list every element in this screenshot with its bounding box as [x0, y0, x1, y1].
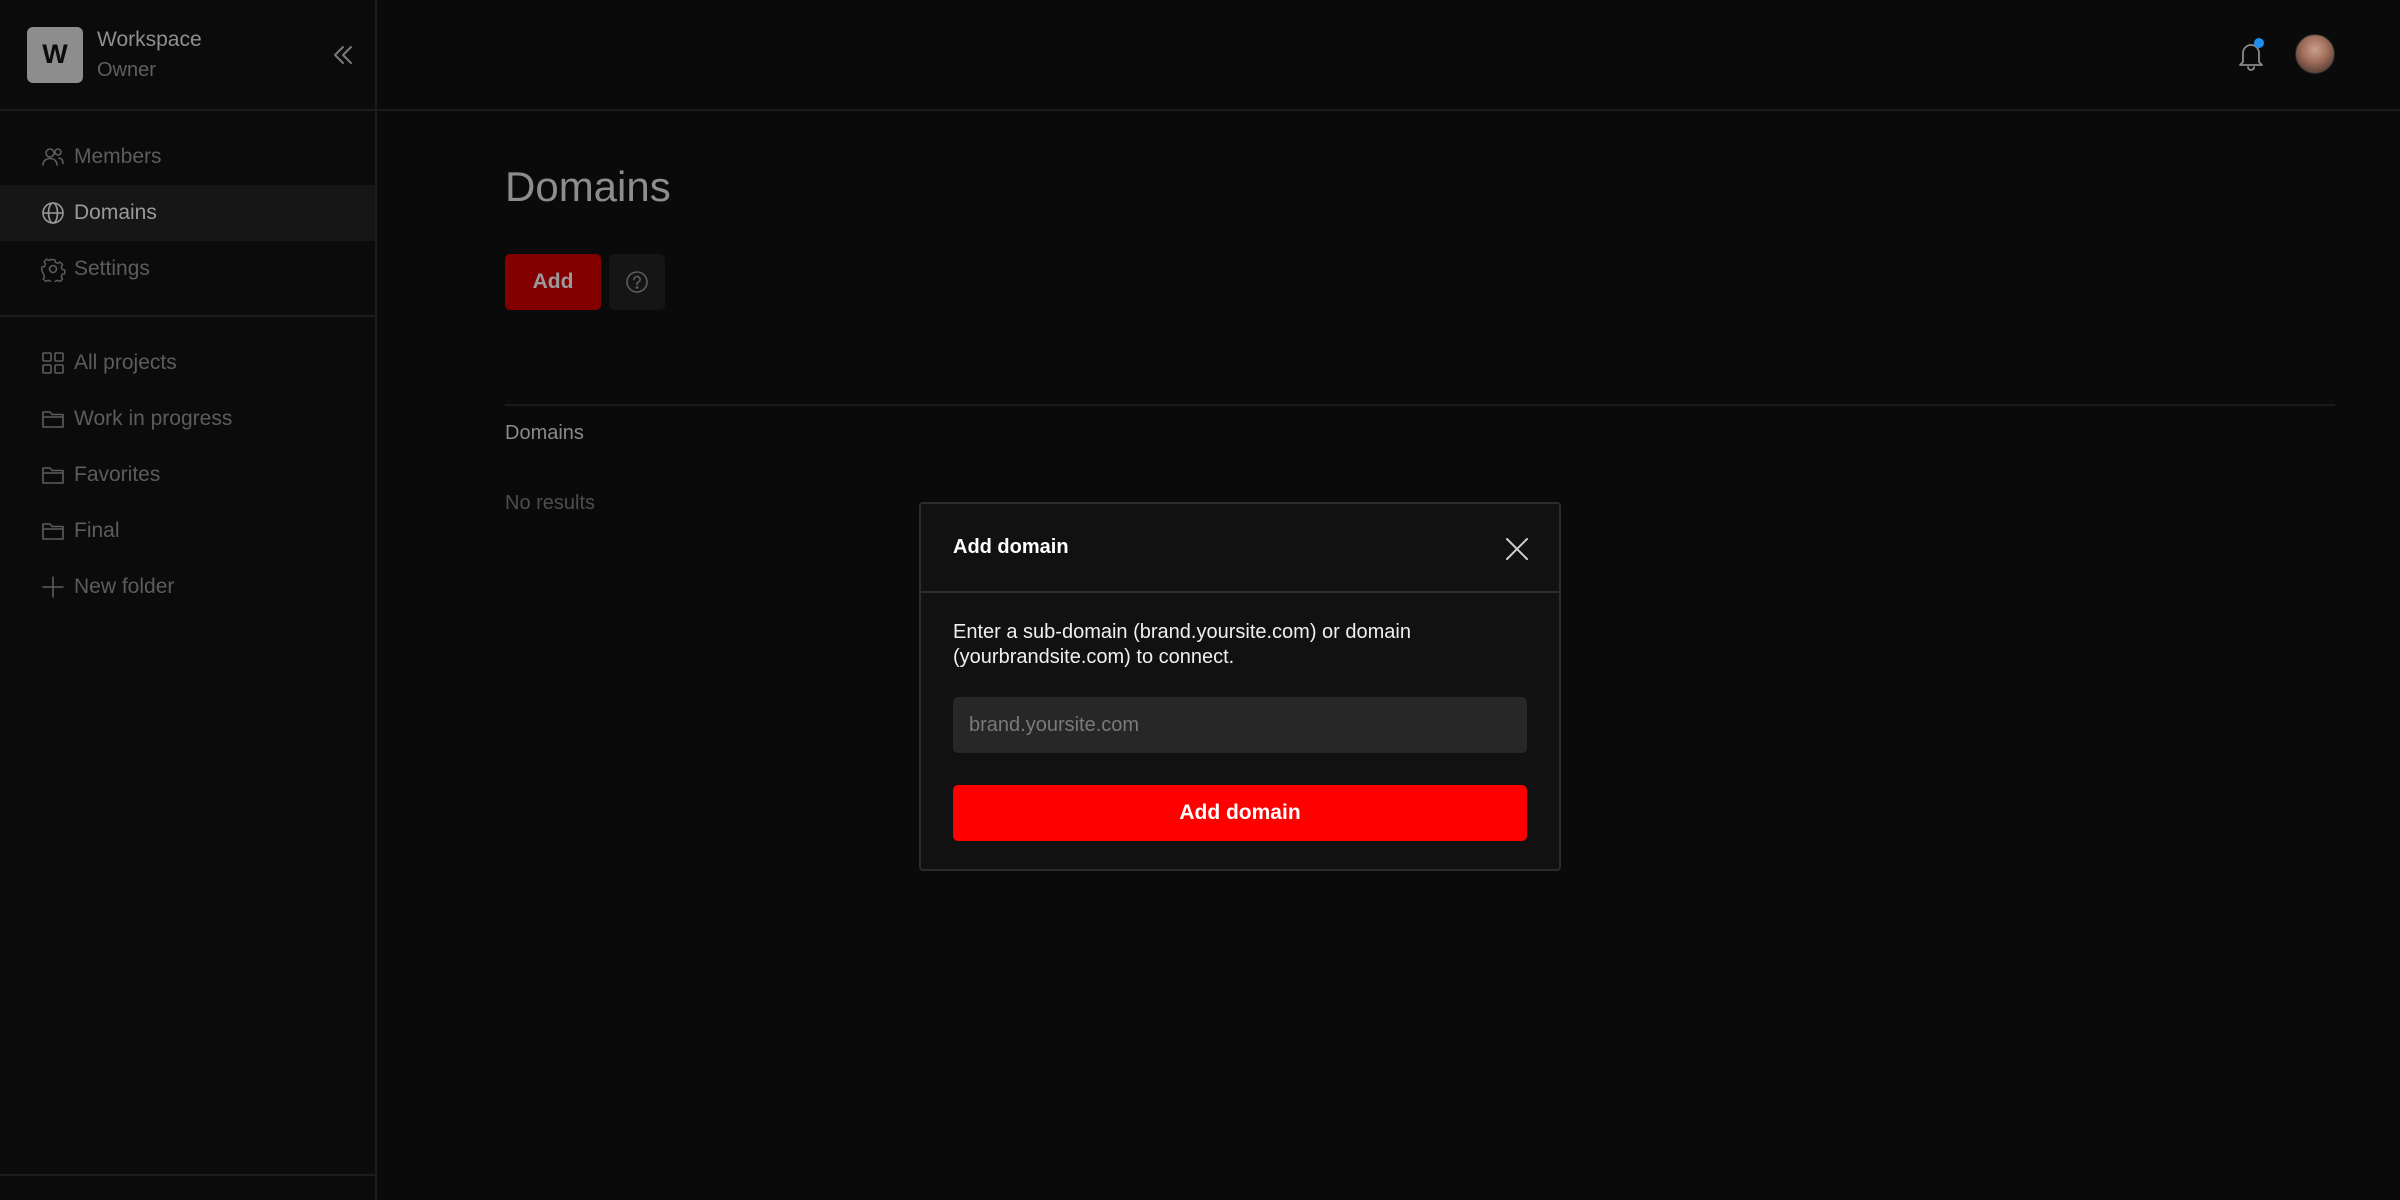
add-domain-button[interactable]: Add — [505, 254, 601, 310]
sidebar-item-new-folder[interactable]: New folder — [0, 559, 375, 615]
sidebar-item-label: Final — [74, 519, 120, 542]
topbar — [377, 0, 2400, 111]
section-divider — [505, 404, 2335, 406]
projects-nav: All projects Work in progress Favorites — [0, 317, 375, 633]
folder-icon — [42, 523, 64, 540]
empty-state-text: No results — [505, 492, 596, 514]
notification-dot — [2254, 38, 2264, 48]
sidebar: W Workspace Owner Members Domains Settin… — [0, 0, 377, 1200]
domains-section-label: Domains — [505, 422, 584, 444]
folder-icon — [42, 467, 64, 484]
sidebar-item-label: Settings — [74, 257, 150, 280]
modal-body: Enter a sub-domain (brand.yoursite.com) … — [921, 593, 1559, 841]
help-icon — [626, 271, 648, 293]
workspace-name: Workspace — [97, 27, 202, 51]
sidebar-item-label: All projects — [74, 351, 177, 374]
sidebar-item-final[interactable]: Final — [0, 503, 375, 559]
members-icon — [42, 148, 64, 166]
modal-title: Add domain — [953, 536, 1069, 558]
sidebar-item-domains[interactable]: Domains — [0, 185, 375, 241]
grid-icon — [42, 352, 64, 374]
plus-icon — [42, 576, 64, 598]
domain-input[interactable] — [953, 697, 1527, 753]
sidebar-item-settings[interactable]: Settings — [0, 241, 375, 297]
globe-icon — [42, 202, 64, 224]
close-icon[interactable] — [1503, 535, 1531, 563]
workspace-info: Workspace Owner — [97, 25, 202, 85]
sidebar-item-label: Favorites — [74, 463, 161, 486]
admin-nav: Members Domains Settings — [0, 111, 375, 317]
folder-icon — [42, 411, 64, 428]
workspace-logo: W — [27, 26, 83, 83]
app-root: W Workspace Owner Members Domains Settin… — [0, 0, 2400, 1200]
sidebar-item-label: Work in progress — [74, 407, 233, 430]
gear-icon — [41, 258, 66, 282]
collapse-sidebar-icon[interactable] — [330, 42, 356, 68]
workspace-header[interactable]: W Workspace Owner — [0, 0, 375, 111]
sidebar-item-all-projects[interactable]: All projects — [0, 335, 375, 391]
add-domain-submit-button[interactable]: Add domain — [953, 785, 1527, 841]
sidebar-item-label: Domains — [74, 201, 157, 224]
sidebar-footer-divider — [0, 1174, 377, 1176]
help-button[interactable] — [609, 254, 665, 310]
modal-description: Enter a sub-domain (brand.yoursite.com) … — [953, 621, 1411, 668]
add-domain-modal: Add domain Enter a sub-domain (brand.you… — [919, 502, 1561, 871]
modal-header: Add domain — [921, 504, 1559, 593]
sidebar-item-label: Members — [74, 145, 162, 168]
user-avatar[interactable] — [2295, 34, 2335, 74]
sidebar-item-favorites[interactable]: Favorites — [0, 447, 375, 503]
sidebar-item-members[interactable]: Members — [0, 129, 375, 185]
sidebar-item-work-in-progress[interactable]: Work in progress — [0, 391, 375, 447]
sidebar-item-label: New folder — [74, 575, 175, 598]
workspace-role: Owner — [97, 58, 156, 81]
page-title: Domains — [505, 163, 671, 210]
